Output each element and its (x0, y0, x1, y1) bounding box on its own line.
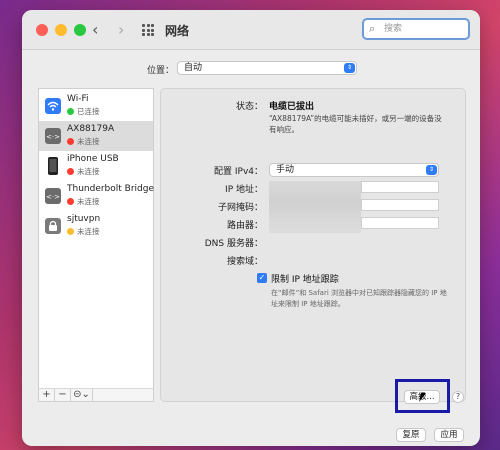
service-item-wifi[interactable]: Wi-Fi 已连接 (39, 91, 153, 121)
limit-ip-tracking-label: 限制 IP 地址跟踪 (271, 275, 339, 285)
status-dot (67, 108, 74, 115)
status-label: 状态： (235, 102, 263, 112)
svg-text:<·>: <·> (46, 133, 60, 141)
show-all-grid-icon[interactable] (142, 24, 154, 36)
service-item-ax88179a[interactable]: <·> AX88179A 未连接 (39, 121, 153, 151)
status-description: “AX88179A”的电缆可能未插好，或另一端的设备没有响应。 (269, 114, 442, 134)
status-dot (67, 168, 74, 175)
router-field[interactable] (361, 217, 439, 229)
add-service-button[interactable]: + (39, 389, 55, 401)
search-icon: ⌕ (369, 22, 376, 35)
service-item-sjtuvpn[interactable]: sjtuvpn 未连接 (39, 211, 153, 241)
location-label: 位置： (147, 66, 175, 76)
limit-ip-tracking-checkbox[interactable]: ✓ (257, 273, 267, 283)
service-status: 未连接 (77, 227, 100, 236)
window-title: 网络 (165, 24, 190, 38)
config-ipv4-value: 手动 (276, 165, 295, 175)
service-status: 未连接 (77, 167, 100, 176)
select-arrows-icon: ⇕ (426, 165, 437, 175)
status-dot (67, 138, 74, 145)
zoom-button[interactable] (74, 24, 86, 36)
service-name: sjtuvpn (67, 214, 101, 224)
status-dot (67, 198, 74, 205)
search-field[interactable]: ⌕ (362, 18, 470, 40)
service-status: 已连接 (77, 107, 100, 116)
service-name: AX88179A (67, 124, 115, 134)
ip-address-field[interactable] (361, 181, 439, 193)
service-name: Wi-Fi (67, 94, 89, 104)
status-value: 电缆已拔出 (269, 102, 315, 112)
ip-address-label: IP 地址： (225, 185, 263, 195)
service-list-toolbar: + − ⊝⌄ (38, 388, 154, 402)
apply-button[interactable]: 应用 (434, 428, 464, 442)
service-detail-panel: 状态： 电缆已拔出 “AX88179A”的电缆可能未插好，或另一端的设备没有响应… (160, 88, 466, 402)
ethernet-icon: <·> (45, 128, 61, 144)
help-button[interactable]: ? (452, 391, 464, 403)
thunderbolt-bridge-icon: <·> (45, 188, 61, 204)
service-status: 未连接 (77, 197, 100, 206)
service-status: 未连接 (77, 137, 100, 146)
wifi-icon (45, 98, 61, 114)
config-ipv4-label: 配置 IPv4： (214, 167, 263, 177)
service-item-thunderbolt-bridge[interactable]: <·> Thunderbolt Bridge 未连接 (39, 181, 155, 211)
svg-text:<·>: <·> (46, 193, 60, 201)
status-dot (67, 228, 74, 235)
subnet-mask-label: 子网掩码： (217, 203, 263, 213)
limit-ip-tracking-note: 在“邮件”和 Safari 浏览器中对已知跟踪器隐藏您的 IP 地址来限制 IP… (271, 289, 447, 308)
search-input[interactable] (384, 22, 464, 36)
dns-server-label: DNS 服务器： (204, 239, 263, 249)
config-ipv4-select[interactable]: 手动 ⇕ (269, 163, 439, 177)
service-actions-button[interactable]: ⊝⌄ (71, 389, 93, 401)
location-select[interactable]: 自动 ⇕ (177, 61, 357, 75)
minimize-button[interactable] (55, 24, 67, 36)
service-name: iPhone USB (67, 154, 119, 164)
subnet-mask-field[interactable] (361, 199, 439, 211)
service-list: Wi-Fi 已连接 <·> AX88179A 未连接 iPhone USB 未连… (38, 88, 154, 402)
remove-service-button[interactable]: − (55, 389, 71, 401)
service-item-iphone-usb[interactable]: iPhone USB 未连接 (39, 151, 153, 181)
select-arrows-icon: ⇕ (344, 63, 355, 73)
network-preferences-window: ‹ › 网络 ⌕ 位置： 自动 ⇕ Wi-Fi 已连接 (22, 10, 480, 446)
forward-chevron-icon[interactable]: › (118, 20, 124, 39)
redacted-address-area (269, 181, 361, 233)
search-domain-label: 搜索域： (226, 257, 263, 267)
iphone-icon (48, 157, 58, 175)
location-value: 自动 (184, 63, 203, 73)
back-chevron-icon[interactable]: ‹ (92, 20, 98, 39)
revert-button[interactable]: 复原 (396, 428, 426, 442)
router-label: 路由器： (226, 221, 263, 231)
close-button[interactable] (36, 24, 48, 36)
title-bar: ‹ › 网络 ⌕ (22, 10, 480, 50)
vpn-lock-icon (45, 218, 61, 234)
service-name: Thunderbolt Bridge (67, 184, 155, 194)
